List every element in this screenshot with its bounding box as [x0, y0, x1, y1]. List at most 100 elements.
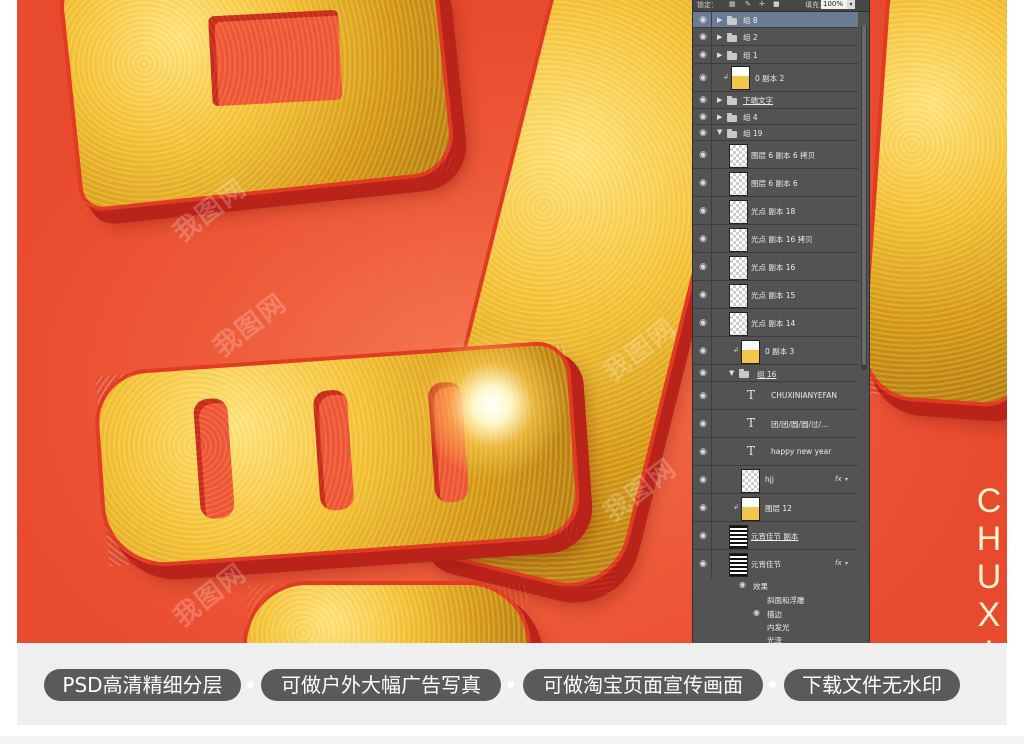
- layer-row[interactable]: ◉ ▶ 下端文字: [693, 92, 858, 109]
- eye-icon[interactable]: ◉: [696, 346, 710, 356]
- layer-row[interactable]: ◉ ↲ 0 副本 3: [693, 337, 858, 365]
- effects-eye-icon[interactable]: ◉: [739, 580, 746, 589]
- layer-row[interactable]: ◉ T 团/团/圆/圆/过/...: [693, 410, 858, 438]
- lock-move-icon[interactable]: ✛: [759, 1, 766, 8]
- eye-icon[interactable]: ◉: [696, 128, 710, 138]
- eye-icon[interactable]: ◉: [696, 447, 710, 457]
- layer-row[interactable]: ◉ ▶ 组 1: [693, 46, 858, 64]
- layer-row[interactable]: ◉ T happy new year: [693, 438, 858, 466]
- layer-name: 组 8: [743, 16, 758, 25]
- layer-row[interactable]: ◉ hjj fx ▾: [693, 466, 858, 494]
- layer-name: 下端文字: [743, 96, 773, 105]
- layer-name: 光点 副本 14: [751, 319, 796, 328]
- layer-name: happy new year: [771, 447, 832, 456]
- clip-arrow-icon: ↲: [723, 73, 729, 81]
- eye-icon[interactable]: ◉: [696, 112, 710, 122]
- layer-name: 光点 副本 15: [751, 291, 796, 300]
- expand-effects-icon[interactable]: ▾: [845, 476, 848, 483]
- layer-row[interactable]: ◉ ▶ 组 4: [693, 109, 858, 125]
- layer-row[interactable]: ◉ ▶ 组 8: [693, 12, 858, 28]
- eye-icon[interactable]: ◉: [696, 368, 710, 378]
- layer-thumbnail: [729, 553, 748, 577]
- expand-arrow-icon[interactable]: ▶: [717, 113, 722, 121]
- layer-name: 元宵佳节: [751, 560, 781, 569]
- text-layer-icon: T: [747, 416, 756, 430]
- eye-icon[interactable]: ◉: [696, 290, 710, 300]
- effect-item[interactable]: 斜面和浮雕: [767, 595, 805, 606]
- eye-icon[interactable]: ◉: [696, 50, 710, 60]
- layer-row[interactable]: ◉ 图层 6 副本 6 拷贝: [693, 141, 858, 169]
- eye-icon[interactable]: ◉: [696, 531, 710, 541]
- fill-input[interactable]: 100%: [821, 0, 847, 9]
- eye-icon[interactable]: ◉: [696, 95, 710, 105]
- expand-arrow-icon[interactable]: ▶: [717, 51, 722, 59]
- eye-icon[interactable]: ◉: [696, 419, 710, 429]
- expand-arrow-icon[interactable]: ▶: [717, 33, 722, 41]
- folder-icon: [727, 51, 737, 60]
- effect-item[interactable]: 光泽: [767, 635, 782, 643]
- feature-pill-no-watermark: 下载文件无水印: [784, 669, 960, 701]
- layer-row[interactable]: ◉ 元宵佳节 副本: [693, 522, 858, 550]
- fill-dropdown-icon[interactable]: ▾: [847, 0, 855, 9]
- layer-row[interactable]: ◉ 光点 副本 15: [693, 281, 858, 309]
- lock-label: 锁定：: [697, 1, 718, 9]
- page-bottom-strip: [0, 736, 1024, 744]
- eye-icon[interactable]: ◉: [696, 318, 710, 328]
- eye-icon[interactable]: ◉: [696, 391, 710, 401]
- expand-arrow-icon[interactable]: ▶: [717, 16, 722, 24]
- lock-all-icon[interactable]: ■: [773, 1, 780, 8]
- layer-row[interactable]: ◉ 光点 副本 18: [693, 197, 858, 225]
- folder-icon: [727, 33, 737, 42]
- feature-pill-outdoor: 可做户外大幅广告写真: [261, 669, 501, 701]
- expand-effects-icon[interactable]: ▾: [845, 560, 848, 567]
- layer-thumbnail: [741, 469, 760, 493]
- layer-row[interactable]: ◉ ▶ 组 2: [693, 28, 858, 46]
- feature-banner: PSD高清精细分层 可做户外大幅广告写真 可做淘宝页面宣传画面 下载文件无水印: [17, 643, 1007, 725]
- fx-icon[interactable]: fx: [835, 475, 842, 483]
- lock-paint-icon[interactable]: ✎: [745, 1, 752, 8]
- eye-icon[interactable]: ◉: [696, 73, 710, 83]
- eye-icon[interactable]: ◉: [696, 503, 710, 513]
- layers-scrollbar[interactable]: [861, 25, 867, 370]
- layer-name: 0 副本 3: [765, 347, 795, 356]
- layer-row[interactable]: ◉ ↲ 图层 12: [693, 494, 858, 522]
- folder-icon: [727, 113, 737, 122]
- collapse-arrow-icon[interactable]: ▼: [717, 128, 722, 136]
- layer-row[interactable]: ◉ 光点 副本 16 拷贝: [693, 225, 858, 253]
- fx-icon[interactable]: fx: [835, 559, 842, 567]
- eye-icon[interactable]: ◉: [696, 206, 710, 216]
- folder-open-icon: [727, 129, 737, 138]
- effect-item[interactable]: 描边: [767, 609, 782, 620]
- layer-row[interactable]: ◉ 图层 6 副本 6: [693, 169, 858, 197]
- collapse-arrow-icon[interactable]: ▼: [729, 369, 734, 377]
- eye-icon[interactable]: ◉: [696, 262, 710, 272]
- effect-item[interactable]: 内发光: [767, 622, 790, 633]
- panel-toolbar: 锁定： ▦ ✎ ✛ ■ 填充： 100% ▾: [693, 0, 869, 12]
- feature-pill-psd: PSD高清精细分层: [44, 669, 241, 701]
- folder-icon: [727, 16, 737, 25]
- layer-thumbnail: [729, 284, 748, 308]
- layer-name: 元宵佳节 副本: [751, 532, 799, 541]
- layer-name: 光点 副本 18: [751, 207, 796, 216]
- eye-icon[interactable]: ◉: [696, 15, 710, 25]
- eye-icon[interactable]: ◉: [696, 178, 710, 188]
- layer-row[interactable]: ◉ 元宵佳节 fx ▾: [693, 550, 858, 578]
- layer-name: 团/团/圆/圆/过/...: [771, 420, 829, 429]
- layer-row[interactable]: ◉ 光点 副本 14: [693, 309, 858, 337]
- eye-icon[interactable]: ◉: [696, 234, 710, 244]
- layer-row[interactable]: ◉ 光点 副本 16: [693, 253, 858, 281]
- layer-row[interactable]: ◉ ▼ 组 19: [693, 125, 858, 141]
- eye-icon[interactable]: ◉: [696, 150, 710, 160]
- layer-row[interactable]: ◉ ▼ 组 16: [693, 365, 858, 382]
- feature-pill-taobao: 可做淘宝页面宣传画面: [523, 669, 763, 701]
- expand-arrow-icon[interactable]: ▶: [717, 96, 722, 104]
- lock-transparent-icon[interactable]: ▦: [729, 1, 736, 8]
- eye-icon[interactable]: ◉: [696, 559, 710, 569]
- eye-icon[interactable]: ◉: [696, 32, 710, 42]
- eye-icon[interactable]: ◉: [696, 475, 710, 485]
- layer-name: 图层 6 副本 6: [751, 179, 798, 188]
- text-layer-icon: T: [747, 444, 756, 458]
- layer-row[interactable]: ◉ T CHUXINIANYEFAN: [693, 382, 858, 410]
- layer-row[interactable]: ◉ ↲ 0 副本 2: [693, 64, 858, 92]
- effect-eye-icon[interactable]: ◉: [753, 608, 760, 617]
